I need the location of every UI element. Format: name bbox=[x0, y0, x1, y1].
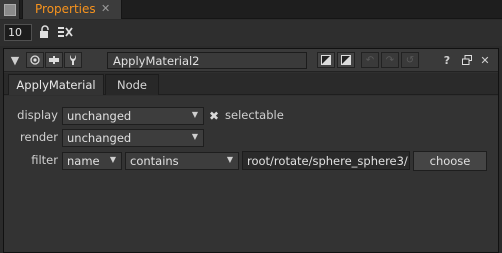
knob-area: display unchanged ▼ ✖ selectable render … bbox=[4, 96, 498, 252]
render-value: unchanged bbox=[67, 131, 132, 145]
tab-properties[interactable]: Properties ✕ bbox=[22, 0, 122, 19]
undo-icon[interactable]: ↶ bbox=[361, 52, 379, 68]
chevron-down-icon: ▼ bbox=[191, 132, 198, 141]
tab-properties-label: Properties bbox=[35, 2, 96, 16]
choose-button[interactable]: choose bbox=[413, 151, 487, 171]
pane-menu-icon[interactable] bbox=[0, 0, 20, 19]
panel-header: ▼ ApplyMaterial2 ↶ ↷ ↺ ? ✕ bbox=[4, 49, 498, 72]
centre-node-icon[interactable] bbox=[26, 52, 44, 68]
selectable-checkbox[interactable]: ✖ bbox=[209, 110, 221, 122]
chevron-down-icon: ▼ bbox=[109, 155, 116, 164]
redo-icon[interactable]: ↷ bbox=[381, 52, 399, 68]
clear-panels-icon[interactable] bbox=[57, 25, 73, 39]
node-name-input[interactable]: ApplyMaterial2 bbox=[107, 52, 307, 69]
lock-icon[interactable] bbox=[38, 25, 52, 39]
tab-close-icon[interactable]: ✕ bbox=[101, 2, 110, 15]
knob-tab-bar: ApplyMaterial Node bbox=[4, 73, 498, 95]
help-question-icon[interactable]: ? bbox=[440, 52, 454, 68]
float-panel-icon[interactable] bbox=[45, 52, 63, 68]
display-dropdown[interactable]: unchanged ▼ bbox=[62, 107, 204, 125]
node-properties-panel: ▼ ApplyMaterial2 ↶ ↷ ↺ ? ✕ ApplyMaterial… bbox=[3, 48, 499, 253]
properties-toolbar: 10 bbox=[0, 20, 502, 46]
filter-field-value: name bbox=[67, 154, 100, 168]
tile-color-icon[interactable] bbox=[337, 52, 355, 68]
filter-path-input[interactable]: root/rotate/sphere_sphere3/ bbox=[242, 151, 410, 170]
filter-operator-dropdown[interactable]: contains ▼ bbox=[125, 152, 239, 170]
color-picker-icon[interactable] bbox=[317, 52, 335, 68]
chevron-down-icon: ▼ bbox=[191, 110, 198, 119]
render-dropdown[interactable]: unchanged ▼ bbox=[62, 129, 204, 147]
close-icon[interactable]: ✕ bbox=[478, 52, 492, 68]
render-label: render bbox=[20, 130, 58, 144]
float-icon[interactable] bbox=[460, 52, 474, 68]
display-label: display bbox=[17, 108, 58, 122]
panel-tab-bar: Properties ✕ bbox=[0, 0, 502, 19]
chevron-down-icon: ▼ bbox=[226, 155, 233, 164]
filter-operator-value: contains bbox=[130, 154, 179, 168]
tab-node[interactable]: Node bbox=[105, 74, 159, 95]
max-panels-input[interactable]: 10 bbox=[4, 24, 32, 41]
selectable-label: selectable bbox=[225, 108, 284, 122]
tab-applymaterial[interactable]: ApplyMaterial bbox=[8, 74, 104, 95]
revert-icon[interactable]: ↺ bbox=[401, 52, 419, 68]
filter-label: filter bbox=[31, 153, 58, 167]
display-value: unchanged bbox=[67, 109, 132, 123]
help-wrench-icon[interactable] bbox=[64, 52, 82, 68]
collapse-arrow-icon[interactable]: ▼ bbox=[8, 52, 22, 68]
filter-field-dropdown[interactable]: name ▼ bbox=[62, 152, 122, 170]
